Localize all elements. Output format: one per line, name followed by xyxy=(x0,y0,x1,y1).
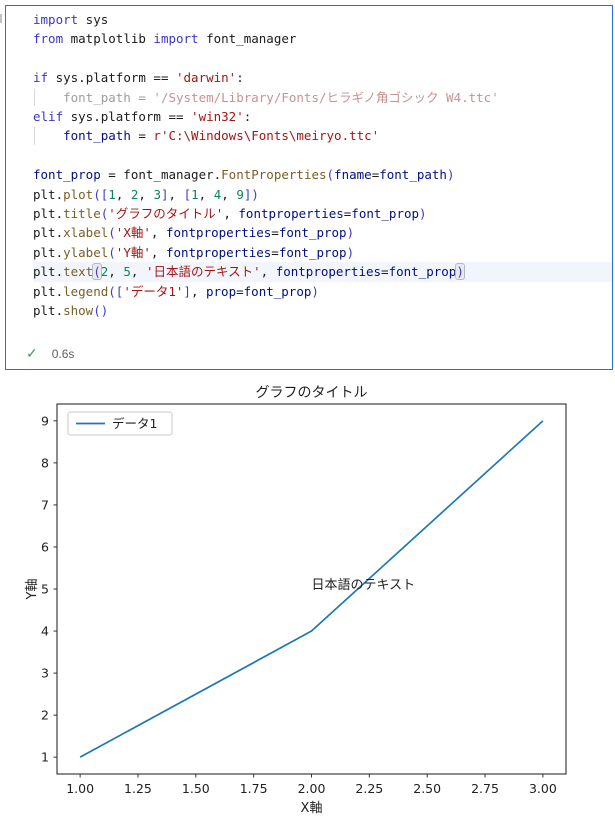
y-tick-label: 1 xyxy=(41,750,49,765)
code-line[interactable]: plt.xlabel('X軸', fontproperties=font_pro… xyxy=(33,223,612,242)
x-tick-label: 3.00 xyxy=(529,781,557,796)
code-line[interactable]: elif sys.platform == 'win32': xyxy=(33,107,612,126)
code-line[interactable]: import sys xyxy=(33,10,612,29)
code-line[interactable]: font_prop = font_manager.FontProperties(… xyxy=(33,165,612,184)
x-tick-label: 2.50 xyxy=(413,781,441,796)
chart-title: グラフのタイトル xyxy=(256,385,368,401)
code-line[interactable] xyxy=(33,49,612,68)
y-tick-label: 4 xyxy=(41,624,49,639)
code-editor[interactable]: import sys from matplotlib import font_ma… xyxy=(6,6,612,321)
x-tick-label: 2.25 xyxy=(355,781,383,796)
execution-status: ✓ 0.6s xyxy=(26,345,74,362)
code-line[interactable]: plt.text(2, 5, '日本語のテキスト', fontpropertie… xyxy=(33,262,612,282)
code-line[interactable]: plt.title('グラフのタイトル', fontproperties=fon… xyxy=(33,204,612,223)
x-tick-label: 1.50 xyxy=(182,781,210,796)
code-line[interactable]: font_path = r'C:\Windows\Fonts\meiryo.tt… xyxy=(33,126,612,145)
x-tick-label: 2.75 xyxy=(471,781,499,796)
success-check-icon: ✓ xyxy=(26,345,38,361)
code-line[interactable]: plt.ylabel('Y軸', fontproperties=font_pro… xyxy=(33,243,612,262)
y-tick-label: 2 xyxy=(41,708,49,723)
indent-guide xyxy=(34,88,35,107)
y-axis-label: Y軸 xyxy=(25,579,40,601)
plot-output: グラフのタイトル 1.00 1.25 1.50 1.75 2.00 2.25 2.50 2.75… xyxy=(0,372,615,824)
code-line[interactable]: font_path = '/System/Library/Fonts/ヒラギノ角… xyxy=(33,88,612,107)
code-line[interactable]: from matplotlib import font_manager xyxy=(33,29,612,48)
x-axis-label: X軸 xyxy=(301,801,323,816)
notebook-cell[interactable]: import sys from matplotlib import font_ma… xyxy=(5,5,613,370)
y-tick-label: 8 xyxy=(41,455,49,470)
code-line[interactable]: plt.legend(['データ1'], prop=font_prop) xyxy=(33,282,612,301)
matplotlib-figure: グラフのタイトル 1.00 1.25 1.50 1.75 2.00 2.25 2.50 2.75… xyxy=(25,385,567,816)
code-line[interactable]: plt.show() xyxy=(33,301,612,320)
y-tick-label: 5 xyxy=(41,582,49,597)
execution-time: 0.6s xyxy=(51,346,75,361)
code-line[interactable]: plt.plot([1, 2, 3], [1, 4, 9]) xyxy=(33,185,612,204)
y-tick-label: 9 xyxy=(41,413,49,428)
y-tick-label: 3 xyxy=(41,666,49,681)
code-line[interactable] xyxy=(33,146,612,165)
y-tick-label: 7 xyxy=(41,497,49,512)
indent-guide xyxy=(34,127,35,145)
cell-gutter-tick xyxy=(0,14,2,23)
x-tick-label: 1.75 xyxy=(240,781,268,796)
x-tick-label: 1.25 xyxy=(124,781,152,796)
x-tick-label: 2.00 xyxy=(298,781,326,796)
code-line[interactable]: if sys.platform == 'darwin': xyxy=(33,68,612,87)
x-tick-label: 1.00 xyxy=(66,781,94,796)
legend-label: データ1 xyxy=(112,416,157,431)
y-tick-label: 6 xyxy=(41,539,49,554)
annotation-text: 日本語のテキスト xyxy=(312,577,416,593)
